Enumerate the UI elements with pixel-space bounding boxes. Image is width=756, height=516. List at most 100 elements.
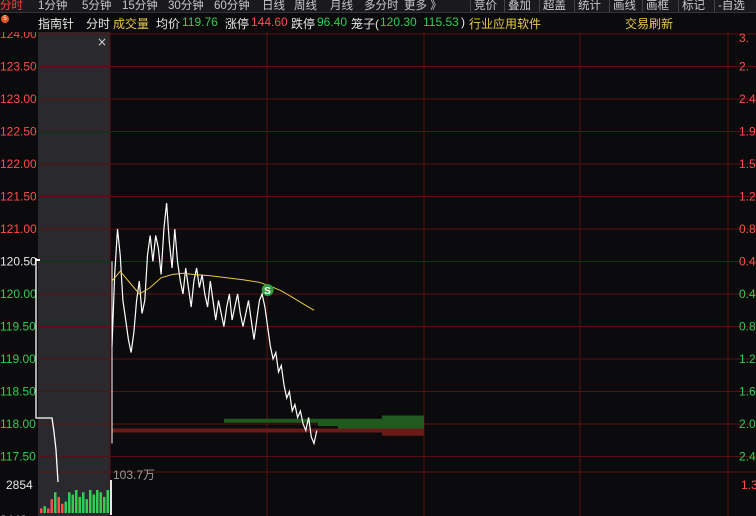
tool-button-7[interactable]: -自选 xyxy=(718,0,745,12)
price-axis-label: 124.00 xyxy=(0,32,37,41)
percent-axis-label: 1.2 xyxy=(739,190,756,204)
volume-axis-right: 1.3 xyxy=(741,478,756,492)
limit-down-value: 96.40 xyxy=(317,15,348,29)
tool-button-3[interactable]: 统计 xyxy=(578,0,601,12)
limit-up-value: 144.60 xyxy=(251,15,288,29)
toolbar-divider xyxy=(642,0,643,12)
percent-axis-label: 0.4 xyxy=(739,287,756,301)
price-axis-label: 123.50 xyxy=(0,60,37,74)
industry-label: 行业应用软件 xyxy=(469,17,542,31)
volume-bar xyxy=(57,496,60,513)
percent-axis-label: 0.8 xyxy=(739,222,756,236)
close-icon[interactable]: × xyxy=(97,35,107,49)
intraday-chart: 124.00 123.50 123.00 122.50 122.00 121.50 121.… xyxy=(0,32,756,516)
toolbar-divider xyxy=(470,0,471,12)
toolbar-divider xyxy=(609,0,610,12)
volume-bar xyxy=(106,490,109,513)
volume-bar xyxy=(68,492,71,513)
volume-bar xyxy=(89,490,92,513)
percent-axis-label: 2.4 xyxy=(739,92,756,106)
period-tab-3[interactable]: 15分钟 xyxy=(122,0,158,12)
avg-price-label: 均价 xyxy=(156,17,181,31)
volume-bar xyxy=(50,499,53,513)
price-axis-label: 120.00 xyxy=(0,287,37,301)
volume-bar xyxy=(61,503,64,513)
order-bar xyxy=(112,428,424,433)
tab-fenshi[interactable]: 分时 xyxy=(86,15,110,32)
period-tab-0[interactable]: 分时 xyxy=(0,0,23,12)
volume-bar xyxy=(103,496,106,513)
refresh-trade-button[interactable]: 交易刷新 xyxy=(625,15,673,32)
percent-axis-label: 0.8 xyxy=(739,320,756,334)
volume-bar xyxy=(92,494,95,513)
volume-bar xyxy=(85,499,88,513)
price-axis-label: 119.50 xyxy=(0,320,36,334)
limit-down-label: 跌停 xyxy=(291,17,316,31)
brand-label: 指南针 xyxy=(38,17,75,31)
toolbar-divider xyxy=(574,0,575,12)
bid-ask-label: 笼子( xyxy=(351,17,379,31)
period-tab-7[interactable]: 周线 xyxy=(294,0,317,12)
tool-button-6[interactable]: 标记 xyxy=(682,0,705,12)
period-tab-1[interactable]: 1分钟 xyxy=(38,0,67,12)
price-axis-label: 122.50 xyxy=(0,125,37,139)
premarket-panel xyxy=(38,32,110,516)
avg-price-value: 119.76 xyxy=(182,15,218,29)
period-tab-4[interactable]: 30分钟 xyxy=(168,0,204,12)
percent-axis-label: 3. xyxy=(739,32,749,45)
price-axis-label: 121.50 xyxy=(0,190,37,204)
price-axis-label: 122.00 xyxy=(0,157,37,171)
volume-bar xyxy=(71,494,74,513)
tab-volume[interactable]: 成交量 xyxy=(113,15,149,32)
limit-up-label: 涨停 xyxy=(225,17,250,31)
volume-bar xyxy=(82,492,85,513)
ask-value: 115.53 xyxy=(423,15,459,29)
price-axis-label: 119.00 xyxy=(0,352,36,366)
toolbar-divider xyxy=(678,0,679,12)
percent-axis-label: 1.9 xyxy=(739,125,756,139)
period-toolbar: 分时 1分钟 5分钟 15分钟 30分钟 60分钟 日线 周线 月线 多分时 更多 》 竞价 叠加 超盖统… xyxy=(0,0,756,13)
volume-tag: 103.7万 xyxy=(113,468,155,482)
price-axis-label: 118.00 xyxy=(0,417,36,431)
tool-button-0[interactable]: 竞价 xyxy=(474,0,497,12)
percent-axis-label: 0.4 xyxy=(739,255,756,269)
toolbar-divider xyxy=(714,0,715,12)
volume-bar xyxy=(99,492,102,513)
period-tab-8[interactable]: 月线 xyxy=(330,0,353,12)
percent-axis-label: 2.4 xyxy=(739,450,756,464)
open-volume-bar xyxy=(110,480,112,515)
percent-axis-label: 1.6 xyxy=(739,385,756,399)
period-tab-10[interactable]: 更多 》 xyxy=(404,0,442,12)
volume-bar xyxy=(40,508,43,513)
bid-value: 120.30 xyxy=(380,15,417,29)
order-bar xyxy=(382,431,424,436)
volume-bar xyxy=(43,506,46,513)
volume-bar xyxy=(96,490,99,513)
volume-bar xyxy=(75,490,78,513)
volume-bar xyxy=(54,492,57,513)
volume-bar xyxy=(47,508,50,513)
volume-bar xyxy=(64,501,67,513)
order-bar xyxy=(382,415,424,420)
price-axis-label: 118.50 xyxy=(0,385,36,399)
period-tab-2[interactable]: 5分钟 xyxy=(82,0,111,12)
tool-button-2[interactable]: 超盖 xyxy=(543,0,566,12)
percent-axis-label: 1.2 xyxy=(739,352,756,366)
info-bar: 5 指南针 分时 成交量 均价 119.76 涨停 144.60 跌停 96.4… xyxy=(0,13,756,32)
tool-button-4[interactable]: 画线 xyxy=(613,0,636,12)
toolbar-divider xyxy=(539,0,540,12)
period-tab-6[interactable]: 日线 xyxy=(262,0,285,12)
toolbar-divider xyxy=(504,0,505,12)
price-axis-label: 117.50 xyxy=(0,450,36,464)
period-tab-9[interactable]: 多分时 xyxy=(364,0,399,12)
price-axis-label: 120.50 xyxy=(0,255,37,269)
price-axis-label: 121.00 xyxy=(0,222,37,236)
volume-bar xyxy=(78,496,81,513)
tool-button-5[interactable]: 画框 xyxy=(646,0,669,12)
price-axis-label: 123.00 xyxy=(0,92,37,106)
tool-button-1[interactable]: 叠加 xyxy=(508,0,531,12)
period-tab-5[interactable]: 60分钟 xyxy=(214,0,250,12)
percent-axis-label: 2. xyxy=(739,60,749,74)
price-line xyxy=(111,202,318,446)
sell-signal-label: S xyxy=(264,286,271,297)
